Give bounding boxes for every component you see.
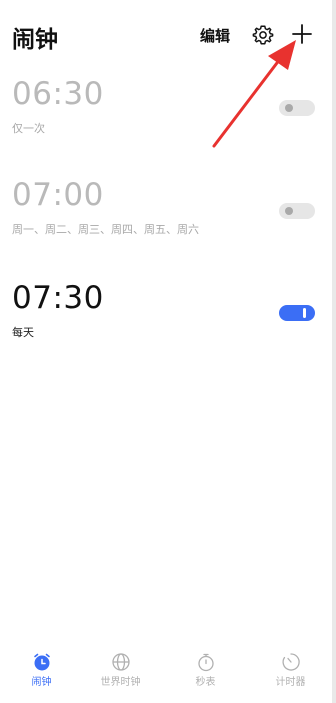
toggle-knob: [285, 104, 293, 112]
tab-label: 世界时钟: [100, 677, 141, 688]
tab-alarm[interactable]: 闹钟: [0, 640, 83, 703]
tab-label: 计时器: [275, 677, 306, 688]
alarm-toggle[interactable]: [279, 100, 315, 116]
plus-icon: [292, 24, 312, 44]
alarm-repeat: 仅一次: [12, 122, 45, 135]
add-alarm-button[interactable]: [290, 22, 314, 46]
alarm-toggle[interactable]: [279, 203, 315, 219]
alarm-repeat: 每天: [12, 326, 34, 339]
settings-button[interactable]: [252, 24, 274, 46]
tab-stopwatch[interactable]: 秒表: [164, 640, 247, 703]
alarm-clock-icon: [34, 653, 50, 671]
page-title: 闹钟: [12, 27, 58, 53]
tab-world-clock[interactable]: 世界时钟: [79, 640, 162, 703]
scrollbar[interactable]: [332, 0, 336, 703]
alarm-time: 06:30: [12, 76, 104, 112]
alarm-item[interactable]: 06:30 仅一次: [0, 76, 332, 156]
stopwatch-icon: [198, 653, 214, 672]
timer-icon: [282, 653, 300, 671]
toggle-knob: [285, 207, 293, 215]
alarm-repeat: 周一、周二、周三、周四、周五、周六: [12, 223, 199, 236]
alarm-time: 07:30: [12, 280, 104, 316]
app-header: 闹钟 编辑: [0, 0, 336, 70]
toggle-knob: [303, 308, 306, 318]
bottom-tab-bar: 闹钟 世界时钟 秒表 计时器: [0, 640, 332, 703]
tab-label: 闹钟: [31, 677, 52, 688]
tab-label: 秒表: [195, 677, 216, 688]
alarm-toggle[interactable]: [279, 305, 315, 321]
edit-button[interactable]: 编辑: [200, 25, 230, 46]
globe-icon: [112, 653, 130, 671]
gear-icon: [252, 25, 274, 45]
alarm-time: 07:00: [12, 177, 104, 213]
tab-timer[interactable]: 计时器: [249, 640, 332, 703]
